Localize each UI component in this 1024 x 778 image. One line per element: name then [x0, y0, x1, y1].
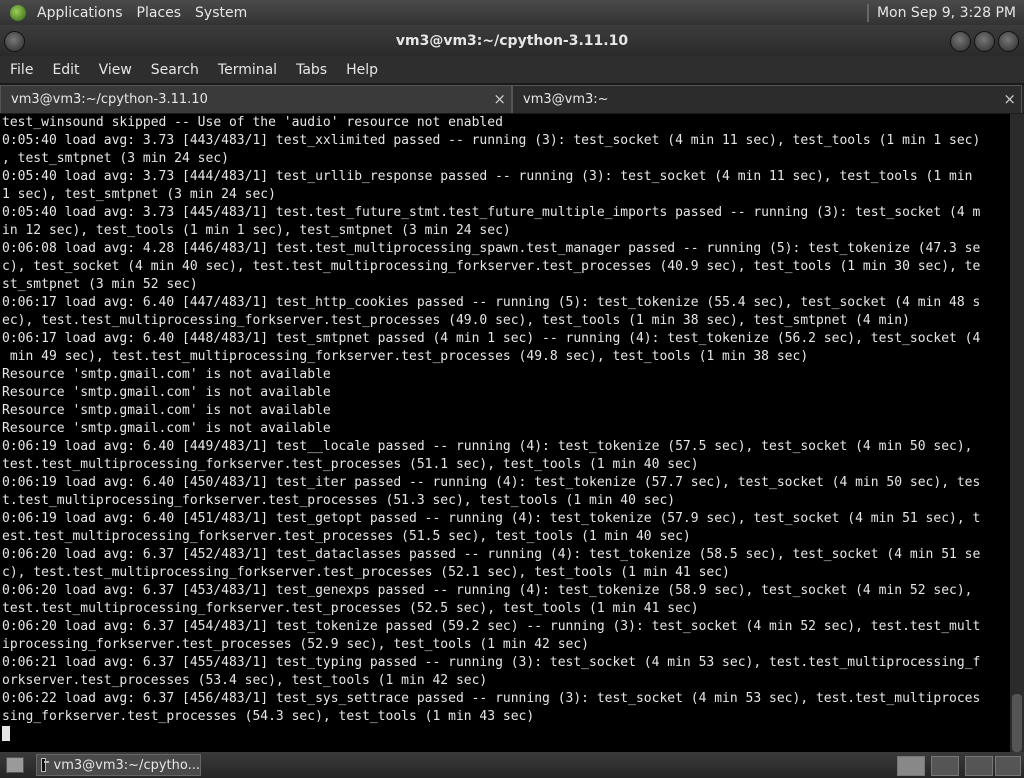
tab-bar: vm3@vm3:~/cpython-3.11.10 × vm3@vm3:~ ×	[0, 85, 1024, 113]
terminal-line: Resource 'smtp.gmail.com' is not availab…	[2, 403, 331, 418]
terminal-line: Resource 'smtp.gmail.com' is not availab…	[2, 385, 331, 400]
scrollbar-thumb[interactable]	[1012, 694, 1022, 752]
terminal-line: 0:05:40 load avg: 3.73 [443/483/1] test_…	[2, 133, 981, 148]
terminal-line: 0:06:08 load avg: 4.28 [446/483/1] test.…	[2, 241, 981, 256]
terminal-line: ec), test.test_multiprocessing_forkserve…	[2, 313, 910, 328]
maximize-icon[interactable]	[974, 31, 995, 52]
tab-label: vm3@vm3:~	[523, 92, 609, 107]
terminal-line: 0:06:20 load avg: 6.37 [453/483/1] test_…	[2, 583, 973, 598]
terminal-line: 0:06:20 load avg: 6.37 [454/483/1] test_…	[2, 619, 981, 634]
terminal-line: c), test_socket (4 min 40 sec), test.tes…	[2, 259, 981, 274]
terminal-line: 0:06:22 load avg: 6.37 [456/483/1] test_…	[2, 691, 981, 706]
terminal-line: 0:06:19 load avg: 6.40 [451/483/1] test_…	[2, 511, 981, 526]
terminal-line: iprocessing_forkserver.test_processes (5…	[2, 637, 589, 652]
workspace-1-icon[interactable]	[897, 756, 925, 776]
task-label: vm3@vm3:~/cpytho...	[53, 757, 200, 773]
top-panel: Applications Places System Mon Sep 9, 3:…	[0, 0, 1024, 25]
terminal-line: t.test_multiprocessing_forkserver.test_p…	[2, 493, 676, 508]
minimize-icon[interactable]	[950, 31, 971, 52]
menu-edit[interactable]: Edit	[52, 62, 79, 78]
places-menu[interactable]: Places	[137, 5, 182, 21]
terminal-line: test_winsound skipped -- Use of the 'aud…	[2, 115, 503, 130]
terminal-line: orkserver.test_processes (53.4 sec), tes…	[2, 673, 488, 688]
menu-terminal[interactable]: Terminal	[218, 62, 277, 78]
close-window-icon[interactable]	[998, 31, 1019, 52]
close-tab-icon[interactable]: ×	[1003, 90, 1016, 108]
close-tab-icon[interactable]: ×	[493, 90, 506, 108]
terminal-line: c), test.test_multiprocessing_forkserver…	[2, 565, 730, 580]
workspace-3-icon[interactable]	[965, 756, 993, 776]
window-menu-icon[interactable]	[4, 31, 25, 52]
menu-search[interactable]: Search	[151, 62, 199, 78]
terminal-line: sing_forkserver.test_processes (54.3 sec…	[2, 709, 535, 724]
taskbar-terminal-button[interactable]: vm3@vm3:~/cpytho...	[36, 754, 201, 776]
menu-file[interactable]: File	[10, 62, 33, 78]
distro-logo-icon[interactable]	[10, 4, 26, 21]
terminal-icon	[41, 758, 49, 772]
terminal-output[interactable]: test_winsound skipped -- Use of the 'aud…	[0, 114, 1010, 752]
terminal-cursor-line	[2, 726, 1010, 744]
workspace-2-icon[interactable]	[931, 756, 959, 776]
terminal-line: 0:06:20 load avg: 6.37 [452/483/1] test_…	[2, 547, 981, 562]
tab-home[interactable]: vm3@vm3:~ ×	[512, 85, 1022, 113]
tab-cpython[interactable]: vm3@vm3:~/cpython-3.11.10 ×	[0, 85, 512, 113]
terminal-line: 0:05:40 load avg: 3.73 [444/483/1] test_…	[2, 169, 973, 184]
terminal-line: est.test_multiprocessing_forkserver.test…	[2, 529, 691, 544]
terminal-line: 0:06:17 load avg: 6.40 [447/483/1] test_…	[2, 295, 981, 310]
terminal-text: test_winsound skipped -- Use of the 'aud…	[0, 114, 1010, 744]
terminal-line: Resource 'smtp.gmail.com' is not availab…	[2, 421, 331, 436]
terminal-line: test.test_multiprocessing_forkserver.tes…	[2, 457, 699, 472]
terminal-line: 1 sec), test_smtpnet (3 min 24 sec)	[2, 187, 276, 202]
clock[interactable]: Mon Sep 9, 3:28 PM	[877, 5, 1016, 21]
window-title: vm3@vm3:~/cpython-3.11.10	[395, 32, 629, 49]
terminal-line: test.test_multiprocessing_forkserver.tes…	[2, 601, 699, 616]
terminal-line: , test_smtpnet (3 min 24 sec)	[2, 151, 229, 166]
menu-tabs[interactable]: Tabs	[296, 62, 327, 78]
workspace-4-icon[interactable]	[995, 756, 1021, 776]
window-titlebar[interactable]: vm3@vm3:~/cpython-3.11.10	[0, 25, 1024, 56]
terminal-line: in 12 sec), test_tools (1 min 1 sec), te…	[2, 223, 511, 238]
terminal-line: 0:06:19 load avg: 6.40 [449/483/1] test_…	[2, 439, 973, 454]
terminal-line: st_smtpnet (3 min 52 sec)	[2, 277, 198, 292]
bottom-panel: vm3@vm3:~/cpytho...	[0, 752, 1024, 778]
menu-help[interactable]: Help	[346, 62, 378, 78]
terminal-line: 0:05:40 load avg: 3.73 [445/483/1] test.…	[2, 205, 981, 220]
menubar: File Edit View Search Terminal Tabs Help	[0, 56, 1024, 83]
text-cursor	[2, 726, 10, 741]
terminal-scrollbar[interactable]	[1010, 114, 1024, 752]
tab-label: vm3@vm3:~/cpython-3.11.10	[11, 92, 208, 107]
panel-separator	[866, 3, 869, 22]
menu-view[interactable]: View	[99, 62, 132, 78]
terminal-line: 0:06:19 load avg: 6.40 [450/483/1] test_…	[2, 475, 981, 490]
terminal-line: Resource 'smtp.gmail.com' is not availab…	[2, 367, 331, 382]
terminal-line: min 49 sec), test.test_multiprocessing_f…	[2, 349, 809, 364]
terminal-line: 0:06:17 load avg: 6.40 [448/483/1] test_…	[2, 331, 981, 346]
show-desktop-icon[interactable]	[6, 757, 24, 773]
terminal-line: 0:06:21 load avg: 6.37 [455/483/1] test_…	[2, 655, 981, 670]
system-menu[interactable]: System	[195, 5, 247, 21]
applications-menu[interactable]: Applications	[37, 5, 123, 21]
